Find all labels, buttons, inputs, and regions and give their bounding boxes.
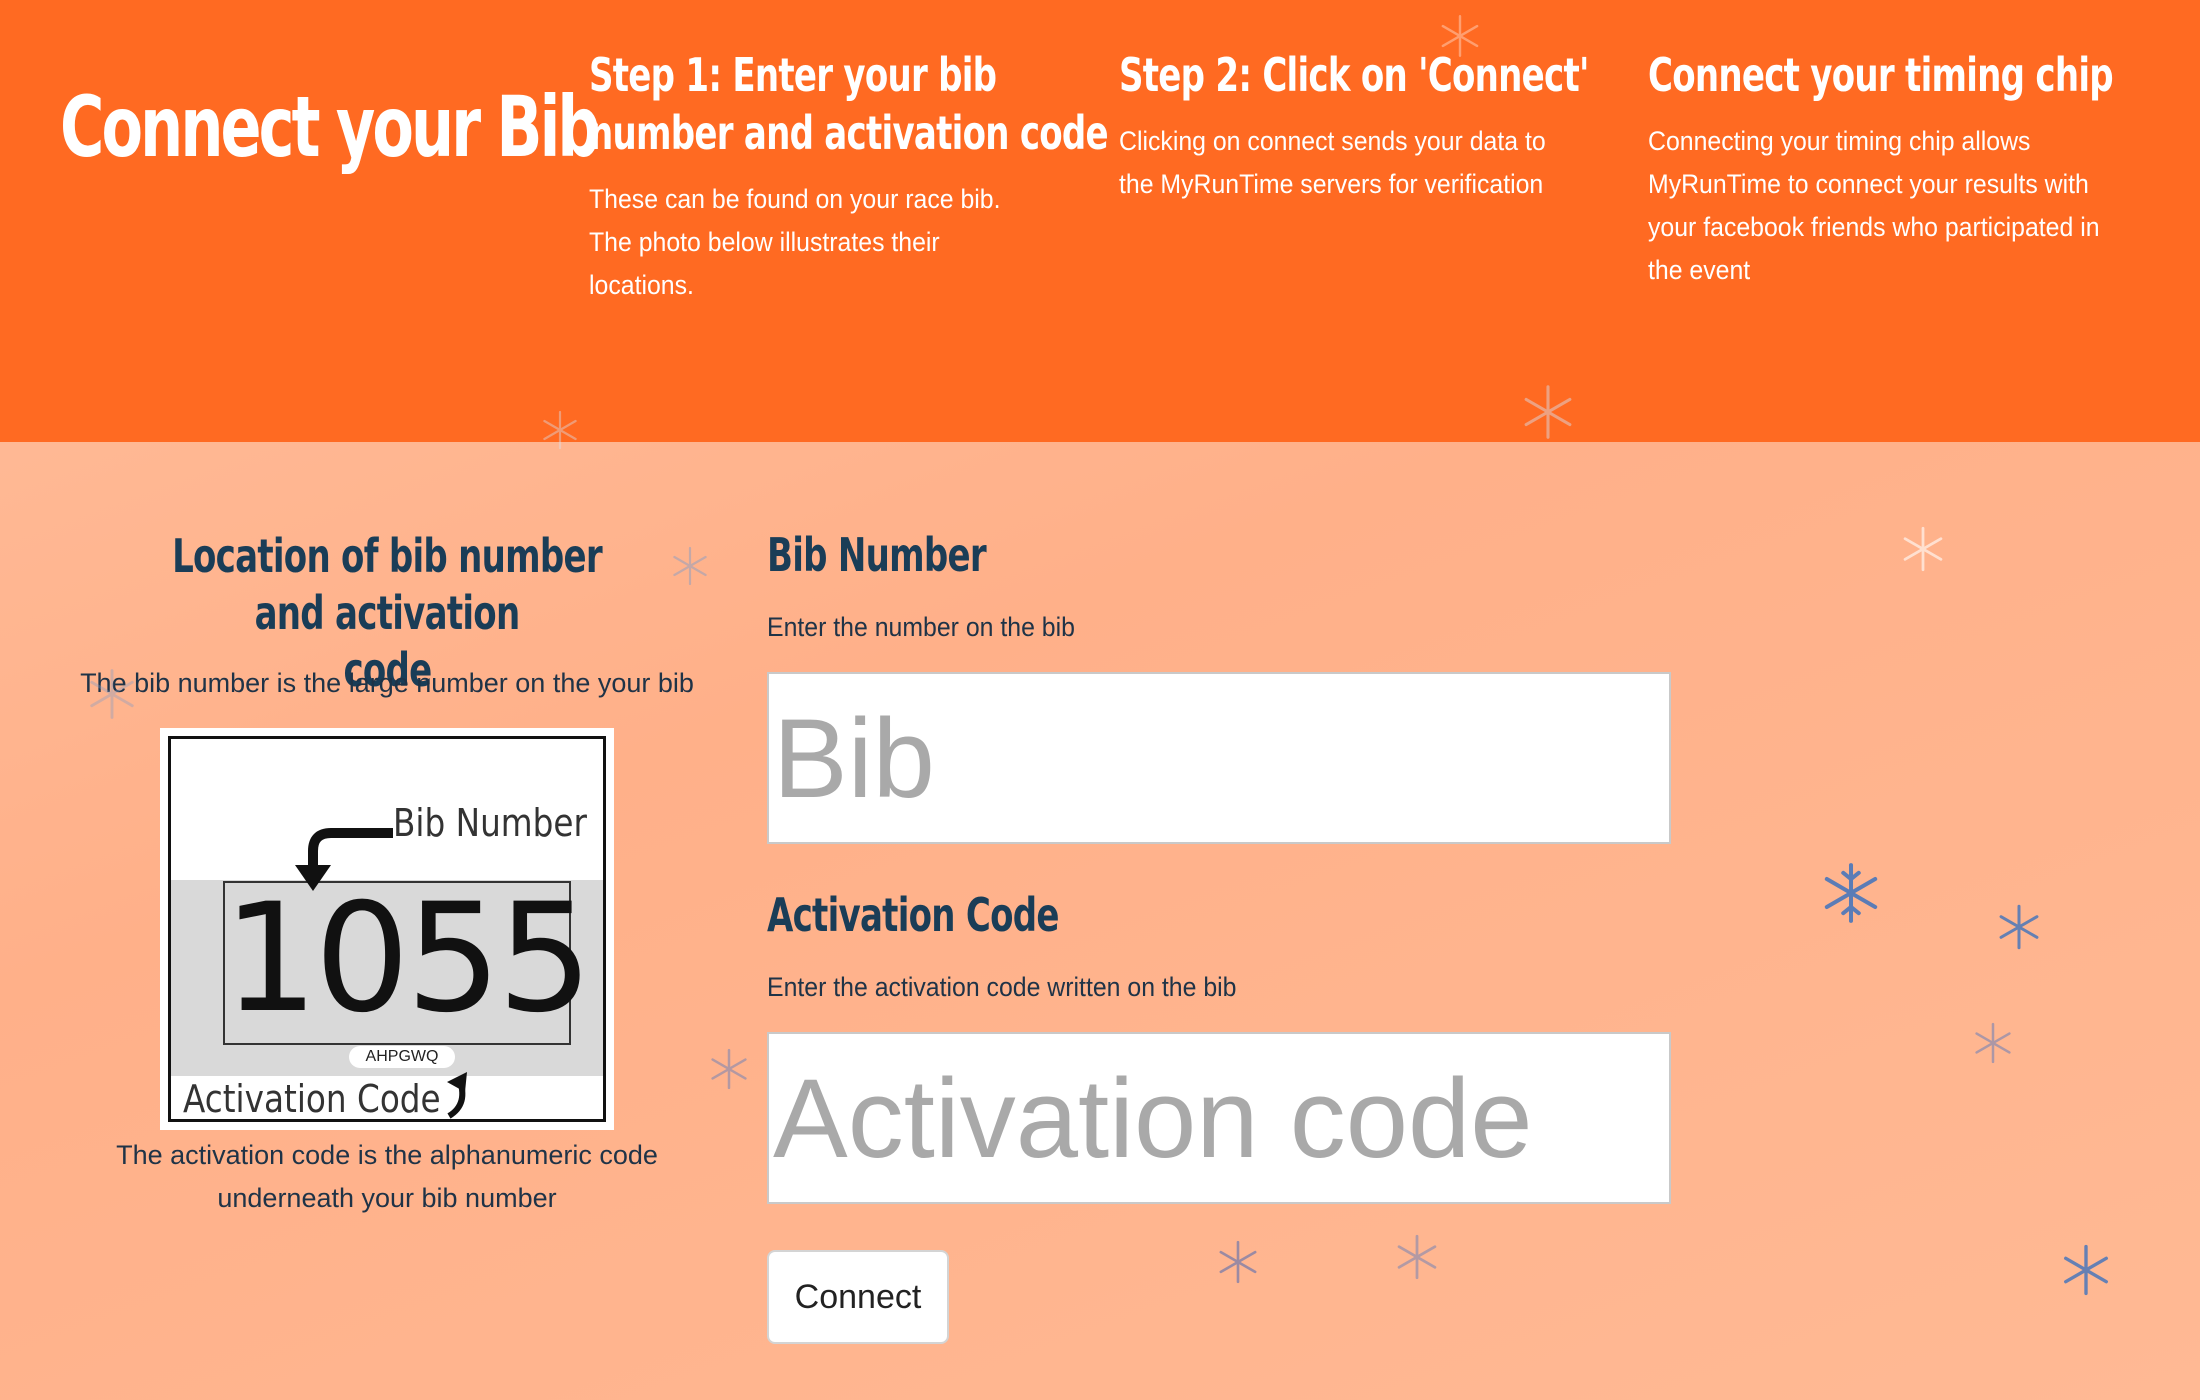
activation-code-caption: The activation code is the alphanumeric … [72,1134,702,1220]
snowflake-icon [2064,1244,2108,1296]
snowflake-icon [1219,1240,1257,1284]
step-2-title-line-1: Step 2: Click on 'Connect' [1119,48,1589,102]
bib-example-photo: 1055 Bib Number AHPGWQ Activation Code [160,728,614,1130]
activation-code-callout-label: Activation Code [183,1077,441,1121]
step-1-title: Step 1: Enter your bib number and activa… [589,46,1109,162]
snowflake-icon [1999,904,2039,950]
page-title: Connect your Bib [60,78,601,176]
activation-code-chip: AHPGWQ [349,1046,455,1068]
step-2-panel: Step 2: Click on 'Connect' Clicking on c… [1119,46,1589,206]
activation-code-caption-line-2: underneath your bib number [217,1183,557,1213]
snowflake-icon [711,1048,747,1090]
snowflake-icon [1441,14,1479,58]
step-3-title-line-1: Connect your timing chip [1648,48,2114,102]
activation-code-caption-line-1: The activation code is the alphanumeric … [116,1140,658,1170]
bib-number-label: Bib Number [767,528,987,582]
snowflake-icon [90,669,134,719]
activation-code-help: Enter the activation code written on the… [767,972,1237,1002]
activation-code-input[interactable] [767,1032,1671,1204]
step-2-title: Step 2: Click on 'Connect' [1119,46,1593,104]
curved-arrow-icon [447,1072,467,1119]
header-banner: Connect your Bib Step 1: Enter your bib … [0,0,2200,442]
bib-example-card: 1055 Bib Number AHPGWQ Activation Code [168,736,606,1122]
snowflake-icon [543,410,577,450]
snowflake-icon [1824,863,1878,923]
bib-location-heading-line-1: Location of bib number and activation [172,529,603,640]
connect-button[interactable]: Connect [767,1250,949,1344]
bib-location-subtitle: The bib number is the large number on th… [80,668,694,698]
step-3-panel: Connect your timing chip Connecting your… [1648,46,2118,292]
step-3-title: Connect your timing chip [1648,46,2122,104]
activation-code-label: Activation Code [767,888,1059,942]
curved-arrow-icon [295,828,393,891]
snowflake-icon [1903,526,1943,572]
snowflake-icon [1524,385,1572,439]
bib-number-help: Enter the number on the bib [767,612,1075,642]
bib-number-callout-label: Bib Number [393,801,587,845]
step-1-text: These can be found on your race bib. The… [589,184,1001,300]
step-2-text: Clicking on connect sends your data to t… [1119,126,1546,199]
snowflake-icon [1397,1234,1437,1280]
snowflake-icon [1975,1022,2011,1064]
step-3-text: Connecting your timing chip allows MyRun… [1648,126,2100,285]
snowflake-icon [673,546,707,586]
bib-number-input[interactable] [767,672,1671,844]
step-1-title-line-1: Step 1: Enter your bib [589,48,997,102]
step-1-title-line-2: number and activation code [589,106,1109,160]
step-1-panel: Step 1: Enter your bib number and activa… [589,46,1109,307]
